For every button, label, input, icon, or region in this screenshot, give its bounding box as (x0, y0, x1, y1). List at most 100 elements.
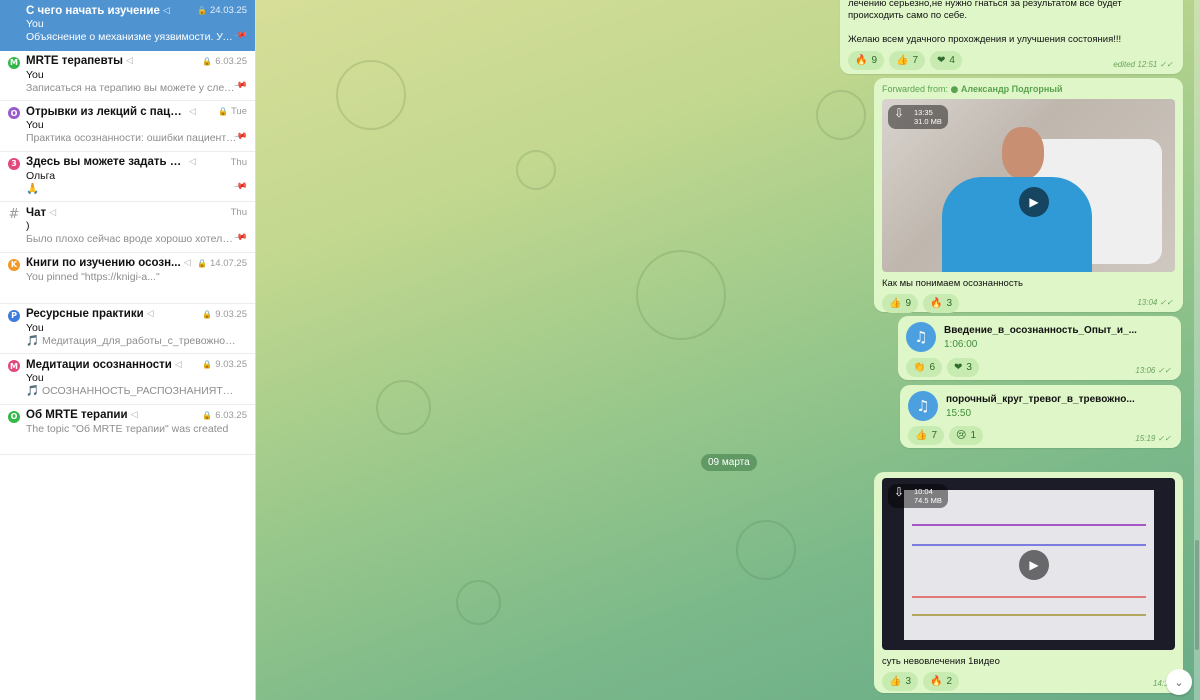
topic-item[interactable]: M Медитации осознанности ◁ 🔒 9.03.25 You 🎵 ОСО… (0, 354, 255, 405)
topic-icon: O (8, 107, 20, 120)
topic-icon: 3 (8, 157, 20, 170)
lock-icon: 🔒 (202, 360, 213, 370)
reaction-emoji: 👍 (889, 298, 902, 309)
video-scene-body (942, 177, 1092, 272)
message-text[interactable]: лечению серьезно,не нужно гнаться за рез… (840, 0, 1183, 74)
topic-date-wrap: Thu (231, 157, 247, 168)
scrollbar[interactable] (1194, 0, 1200, 700)
video-info-badge[interactable]: ⇩ 13:35 31.0 MB (888, 105, 948, 129)
chat-area[interactable]: 09 марта лечению серьезно,не нужно гнать… (256, 0, 1200, 700)
topic-title: Об MRTE терапии (26, 409, 128, 422)
mute-icon: ◁ (174, 359, 182, 370)
topic-title: Отрывки из лекций с пациент... (26, 105, 186, 118)
topic-sender: You (26, 372, 44, 385)
reaction-chip[interactable]: ❤ 3 (947, 358, 979, 377)
reaction-chip[interactable]: 👍 9 (882, 294, 919, 313)
topic-title: Чат (26, 206, 47, 219)
reaction-chip[interactable]: 👍 3 (882, 672, 919, 691)
music-note-icon[interactable]: ♫ (908, 391, 938, 421)
reaction-chip[interactable]: 😢 1 (949, 426, 984, 445)
audio-player: ♫ порочный_круг_тревог_в_тревожно... 15:… (908, 391, 1173, 421)
audio-meta: порочный_круг_тревог_в_тревожно... 15:50 (946, 394, 1135, 419)
wallpaper-doodle (456, 580, 501, 625)
wallpaper-doodle (336, 60, 406, 130)
message-video-forwarded[interactable]: Forwarded from: ● Александр Подгорный ⇩ … (874, 78, 1183, 313)
topic-date: 14.07.25 (210, 257, 247, 269)
topic-icon: M (8, 360, 20, 373)
video-thumbnail[interactable]: ⇩ 10:04 74.5 MB ▶ (882, 478, 1175, 650)
message-audio[interactable]: ♫ порочный_круг_тревог_в_тревожно... 15:… (900, 385, 1181, 448)
message-video[interactable]: ⇩ 10:04 74.5 MB ▶ суть невовлечения 1вид… (874, 472, 1183, 693)
reaction-emoji: ❤ (937, 55, 946, 66)
forwarded-author[interactable]: Александр Подгорный (961, 84, 1063, 94)
topic-item[interactable]: M MRTE терапевты ◁ 🔒 6.03.25 You Записаться на… (0, 51, 255, 102)
reaction-chip[interactable]: 🔥 2 (923, 672, 960, 691)
topic-date: 24.03.25 (210, 5, 247, 16)
mute-icon: ◁ (125, 56, 133, 67)
reactions-bar: 👍 7 😢 1 (908, 426, 1173, 445)
wallpaper-doodle (516, 150, 556, 190)
topic-item[interactable]: 3 Здесь вы можете задать свои воп...◁ Thu О… (0, 152, 255, 203)
wallpaper-doodle (816, 90, 866, 140)
video-caption: суть невовлечения 1видео (882, 656, 1000, 667)
video-thumbnail[interactable]: ⇩ 13:35 31.0 MB ▶ (882, 99, 1175, 272)
video-duration: 10:04 (914, 487, 933, 496)
topic-date: 9.03.25 (215, 359, 247, 371)
play-icon[interactable]: ▶ (1019, 187, 1049, 217)
video-info-badge[interactable]: ⇩ 10:04 74.5 MB (888, 484, 948, 508)
video-scene-wave (912, 590, 1146, 598)
download-icon: ⇩ (894, 485, 905, 499)
topic-item[interactable]: C С чего начать изучение ◁ 🔒 24.03.25 You Объя… (0, 0, 255, 51)
topic-sender: You (26, 119, 44, 132)
topic-header: Ресурсные практики ◁ 🔒 9.03.25 (26, 307, 247, 322)
reaction-chip[interactable]: 👏 6 (906, 358, 943, 377)
message-audio[interactable]: ♫ Введение_в_осознанность_Опыт_и_... 1:0… (898, 316, 1181, 380)
topic-item[interactable]: P Ресурсные практики ◁ 🔒 9.03.25 You 🎵 Медитац… (0, 304, 255, 355)
scrollbar-thumb[interactable] (1195, 540, 1199, 650)
topic-header: Об MRTE терапии ◁ 🔒 6.03.25 (26, 408, 247, 423)
reaction-emoji: 🔥 (930, 676, 943, 687)
video-scene-head (1002, 127, 1044, 179)
mute-icon: ◁ (49, 207, 57, 218)
topic-date-wrap: 🔒 6.03.25 (202, 410, 247, 421)
scroll-down-button[interactable]: ⌄ (1166, 669, 1192, 695)
topic-item[interactable]: O Отрывки из лекций с пациент...◁ 🔒Tue YouП… (0, 101, 255, 152)
mute-icon: ◁ (130, 410, 138, 421)
music-note-icon[interactable]: ♫ (906, 322, 936, 352)
topic-sender: You (26, 18, 44, 30)
topic-item[interactable]: O Об MRTE терапии ◁ 🔒 6.03.25 The topic "Об M… (0, 405, 255, 456)
reaction-count: 6 (929, 362, 936, 373)
lock-icon: 🔒 (218, 107, 228, 117)
reaction-emoji: 👏 (913, 362, 926, 373)
reaction-count: 7 (931, 430, 938, 441)
reaction-chip[interactable]: ❤ 4 (930, 51, 962, 70)
topic-preview: Практика осознанности: ошибки пациентов.… (26, 132, 238, 145)
topic-header: Медитации осознанности ◁ 🔒 9.03.25 (26, 357, 247, 372)
reaction-chip[interactable]: 🔥 3 (923, 294, 960, 313)
reaction-chip[interactable]: 👍 7 (908, 426, 945, 445)
video-size: 31.0 MB (914, 117, 942, 126)
topic-icon: O (8, 410, 20, 423)
topic-item[interactable]: K Книги по изучению осозн... ◁ 🔒 14.07.25 You… (0, 253, 255, 304)
reaction-chip[interactable]: 🔥 9 (848, 51, 885, 70)
topic-item[interactable]: # Чат ◁ Thu) Было плохо сейчас вроде хорошо … (0, 202, 255, 253)
topic-preview: Объяснение о механизме уязвимости. Уязв.… (26, 31, 238, 43)
audio-player: ♫ Введение_в_осознанность_Опыт_и_... 1:0… (906, 322, 1173, 352)
reaction-emoji: ❤ (954, 362, 963, 373)
topic-date: 6.03.25 (215, 55, 247, 67)
topic-title: Медитации осознанности (26, 358, 172, 371)
topic-icon: C (8, 6, 20, 18)
reaction-count: 4 (949, 55, 955, 66)
topic-sender: ) (26, 220, 30, 233)
topic-preview: You pinned "https://knigi-a..." (26, 270, 160, 283)
audio-duration: 15:50 (946, 407, 972, 419)
reactions-bar: 👍 9 🔥 3 (882, 294, 1175, 313)
play-icon[interactable]: ▶ (1019, 550, 1049, 580)
mute-icon: ◁ (189, 106, 196, 117)
video-scene-wave (912, 538, 1146, 546)
topic-date-wrap: 🔒 9.03.25 (202, 359, 247, 370)
reaction-chip[interactable]: 👍 7 (889, 51, 926, 70)
video-caption: Как мы понимаем осознанность (882, 278, 1023, 289)
reaction-emoji: 👍 (889, 676, 902, 687)
wallpaper-doodle (376, 380, 431, 435)
